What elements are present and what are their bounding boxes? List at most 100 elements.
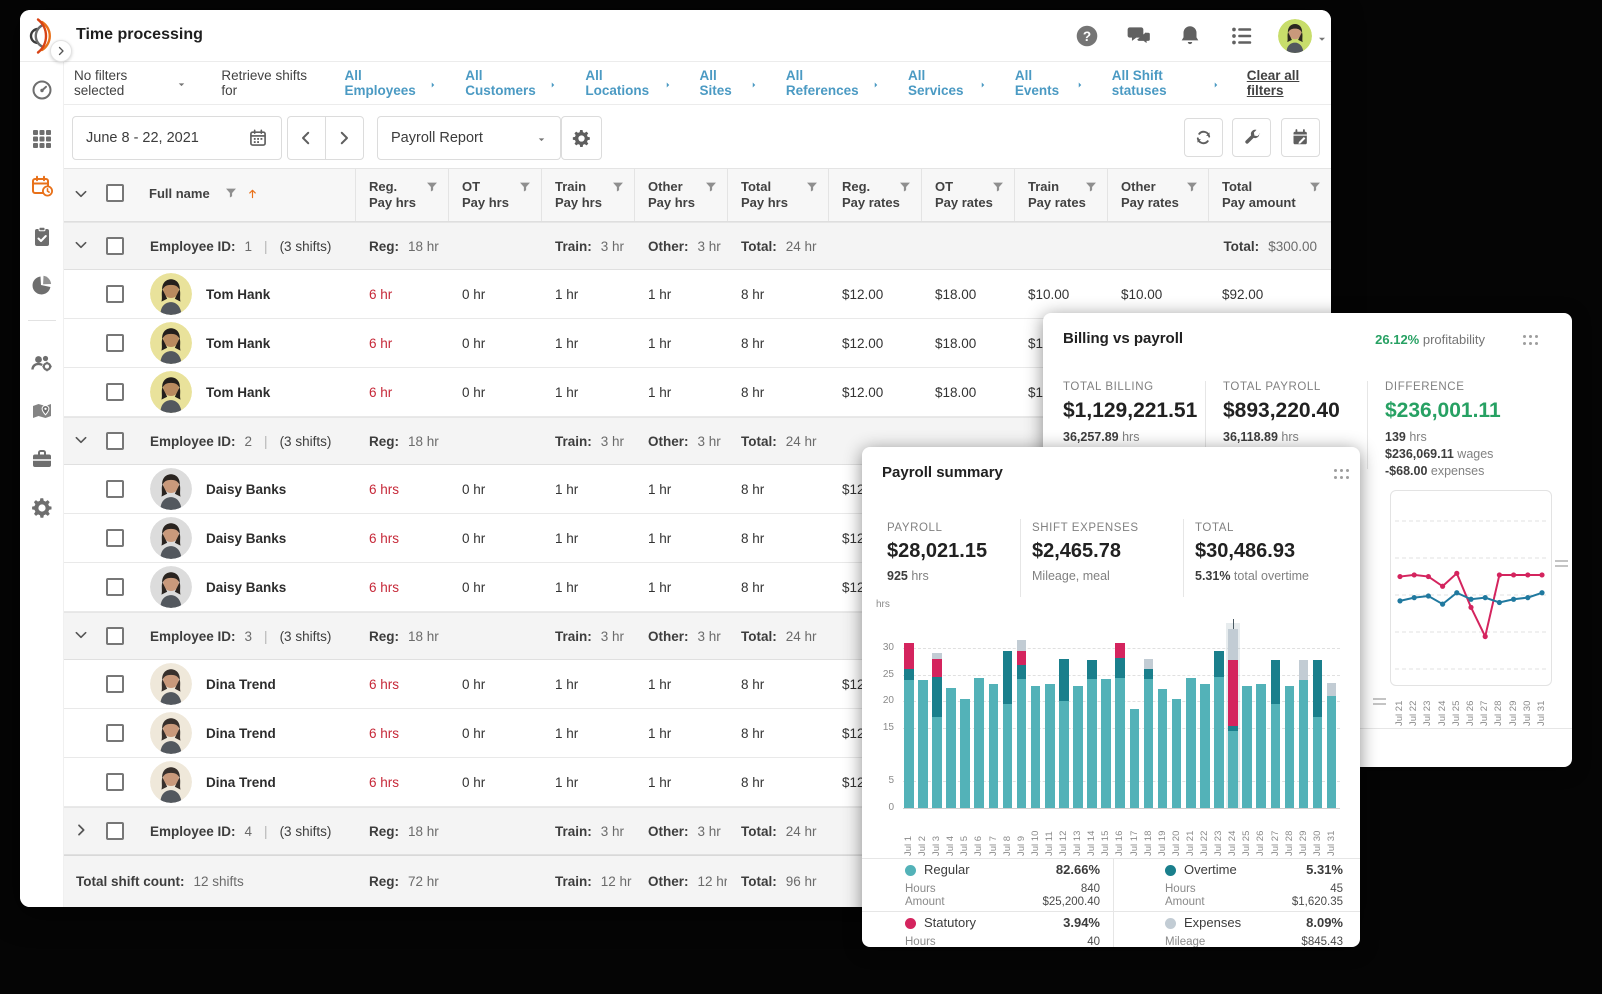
value-cell: 1 hr	[541, 531, 634, 546]
filter-link-all-customers[interactable]: All Customers	[465, 68, 558, 98]
chat-icon[interactable]	[1126, 23, 1152, 49]
row-checkbox[interactable]	[106, 578, 124, 596]
help-icon[interactable]: ?	[1074, 23, 1100, 49]
col-header-ot-pay-hrs[interactable]: OTPay hrs	[448, 169, 541, 221]
group-checkbox[interactable]	[106, 822, 124, 840]
value-cell: 1 hr	[541, 726, 634, 741]
row-checkbox[interactable]	[106, 285, 124, 303]
value-cell: $92.00	[1208, 287, 1331, 302]
col-header-total-pay-amount[interactable]: TotalPay amount	[1208, 169, 1331, 221]
bar-segment-statutory	[932, 659, 942, 678]
filter-funnel-icon[interactable]	[991, 180, 1005, 194]
employee-avatar	[150, 517, 192, 559]
filter-link-all-sites[interactable]: All Sites	[700, 68, 759, 98]
sidebar-item-schedule[interactable]	[30, 174, 54, 198]
filter-link-all-references[interactable]: All References	[786, 68, 881, 98]
refresh-button[interactable]	[1184, 118, 1223, 157]
group-expand-button[interactable]	[73, 436, 89, 451]
cell-value: 1 hr	[555, 287, 578, 302]
report-type-select[interactable]: Payroll Report	[377, 116, 561, 160]
cell-value: 0 hr	[462, 336, 485, 351]
group-summary-cell: Other:3 hr	[634, 239, 727, 254]
row-checkbox[interactable]	[106, 383, 124, 401]
sidebar-item-apps[interactable]	[30, 127, 54, 151]
menu-list-icon[interactable]	[1229, 23, 1255, 49]
sidebar-expand-button[interactable]	[50, 40, 72, 62]
col-header-full-name[interactable]: Full name	[136, 169, 355, 221]
filter-funnel-icon[interactable]	[1308, 180, 1322, 194]
cell-value: 1 hr	[648, 385, 671, 400]
group-checkbox[interactable]	[106, 432, 124, 450]
bar-segment-regular	[1045, 684, 1055, 808]
col-header-other-pay-hrs[interactable]: OtherPay hrs	[634, 169, 727, 221]
row-checkbox[interactable]	[106, 529, 124, 547]
sidebar-item-settings[interactable]	[30, 496, 54, 520]
drag-handle-icon[interactable]	[1523, 335, 1539, 346]
collapse-all-button[interactable]	[73, 190, 89, 205]
resize-handle[interactable]	[1555, 560, 1568, 567]
value-cell: 1 hr	[634, 385, 727, 400]
resize-handle[interactable]	[1373, 698, 1386, 705]
filter-funnel-icon[interactable]	[224, 186, 238, 200]
sidebar-item-locations[interactable]	[30, 399, 54, 423]
sort-ascending-icon[interactable]	[246, 187, 259, 200]
x-tick-label: Jul 27	[1270, 812, 1282, 856]
date-range-picker[interactable]: June 8 - 22, 2021	[72, 116, 282, 160]
employee-name: Daisy Banks	[206, 482, 286, 497]
filter-funnel-icon[interactable]	[1185, 180, 1199, 194]
bar-segment-overtime	[1144, 669, 1154, 679]
row-checkbox[interactable]	[106, 334, 124, 352]
account-caret-down-icon[interactable]	[1316, 32, 1328, 44]
sidebar-item-jobs[interactable]	[30, 447, 54, 471]
group-checkbox[interactable]	[106, 237, 124, 255]
col-header-train-pay-rates[interactable]: TrainPay rates	[1014, 169, 1107, 221]
row-checkbox[interactable]	[106, 773, 124, 791]
filter-link-all-employees[interactable]: All Employees	[345, 68, 439, 98]
group-expand-button[interactable]	[73, 241, 89, 256]
group-summary-cell: Reg:18 hr	[355, 434, 541, 449]
filter-funnel-icon[interactable]	[704, 180, 718, 194]
filter-link-all-locations[interactable]: All Locations	[585, 68, 672, 98]
filter-funnel-icon[interactable]	[898, 180, 912, 194]
caret-right-icon	[749, 78, 759, 88]
previous-period-button[interactable]	[288, 117, 326, 159]
row-checkbox[interactable]	[106, 480, 124, 498]
col-header-other-pay-rates[interactable]: OtherPay rates	[1107, 169, 1208, 221]
filter-link-all-services[interactable]: All Services	[908, 68, 988, 98]
filter-funnel-icon[interactable]	[611, 180, 625, 194]
filter-link-all-shift-statuses[interactable]: All Shift statuses	[1112, 68, 1221, 98]
user-avatar[interactable]	[1278, 19, 1312, 53]
next-period-button[interactable]	[326, 117, 364, 159]
group-checkbox[interactable]	[106, 627, 124, 645]
col-header-reg--pay-hrs[interactable]: Reg.Pay hrs	[355, 169, 448, 221]
filter-funnel-icon[interactable]	[805, 180, 819, 194]
col-header-ot-pay-rates[interactable]: OTPay rates	[921, 169, 1014, 221]
filter-funnel-icon[interactable]	[518, 180, 532, 194]
row-checkbox[interactable]	[106, 724, 124, 742]
row-checkbox[interactable]	[106, 675, 124, 693]
caret-down-icon	[176, 78, 187, 89]
schedule-export-button[interactable]	[1281, 118, 1320, 157]
stat-sub: 139 hrs	[1385, 430, 1525, 444]
filters-dropdown[interactable]: No filters selected	[74, 68, 187, 98]
filter-funnel-icon[interactable]	[1084, 180, 1098, 194]
select-all-checkbox[interactable]	[106, 184, 124, 202]
value-cell: 0 hr	[448, 385, 541, 400]
group-expand-button[interactable]	[73, 826, 89, 841]
tools-button[interactable]	[1232, 118, 1271, 157]
filter-link-all-events[interactable]: All Events	[1015, 68, 1085, 98]
col-header-total-pay-hrs[interactable]: TotalPay hrs	[727, 169, 828, 221]
col-header-reg--pay-rates[interactable]: Reg.Pay rates	[828, 169, 921, 221]
col-header-train-pay-hrs[interactable]: TrainPay hrs	[541, 169, 634, 221]
group-expand-button[interactable]	[73, 631, 89, 646]
notifications-bell-icon[interactable]	[1177, 23, 1203, 49]
clear-all-filters-link[interactable]: Clear all filters	[1247, 68, 1331, 98]
sidebar-item-team[interactable]	[30, 350, 54, 374]
sidebar-item-reports[interactable]	[30, 273, 54, 297]
filter-funnel-icon[interactable]	[425, 180, 439, 194]
summary-label: Train:	[555, 239, 592, 254]
stat-label: DIFFERENCE	[1385, 381, 1525, 393]
sidebar-item-dashboard[interactable]	[30, 78, 54, 102]
report-settings-button[interactable]	[561, 116, 602, 160]
sidebar-item-tasks[interactable]	[30, 225, 54, 249]
